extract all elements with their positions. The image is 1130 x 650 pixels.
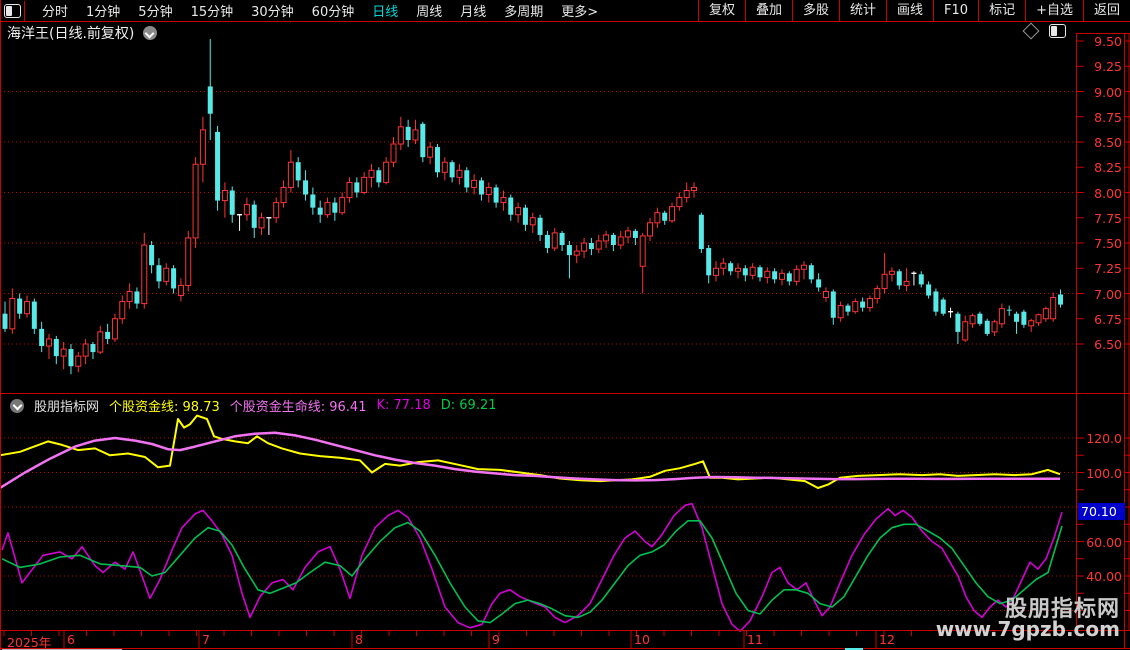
indicator-collapse-icon[interactable] (10, 399, 24, 413)
tool-item-多股[interactable]: 多股 (792, 0, 839, 21)
indicator-value-D: D: 69.21 (441, 398, 497, 413)
current-value-marker: 70.10 (1078, 503, 1125, 520)
x-axis-month-label: 12 (879, 632, 895, 647)
indicator-value-K: K: 77.18 (376, 398, 430, 413)
x-axis-month-label: 7 (202, 632, 210, 647)
period-item-周线[interactable]: 周线 (407, 1, 451, 20)
price-axis-label: 7.00 (1078, 287, 1122, 302)
price-axis-label: 7.50 (1078, 236, 1122, 251)
x-axis-year-label: 2025年 (7, 632, 51, 650)
tools-menu: 复权叠加多股统计画线F10标记+自选返回 (698, 0, 1130, 21)
x-axis-month-label: 9 (492, 632, 500, 647)
diamond-marker-icon[interactable] (1023, 23, 1040, 40)
period-item-15分钟[interactable]: 15分钟 (182, 1, 243, 20)
layout-toggle-button[interactable] (0, 1, 25, 21)
chart-canvas[interactable] (0, 0, 1130, 650)
price-axis-label: 9.25 (1078, 59, 1122, 74)
pane-layout-icon[interactable] (1049, 24, 1066, 38)
tool-item-叠加[interactable]: 叠加 (745, 0, 792, 21)
price-axis-label: 7.75 (1078, 211, 1122, 226)
watermark-site-url: www.7gpzb.com (936, 617, 1120, 641)
price-axis-label: 8.50 (1078, 135, 1122, 150)
top-toolbar: 分时1分钟5分钟15分钟30分钟60分钟日线周线月线多周期更多> 复权叠加多股统… (0, 0, 1130, 22)
tool-item-标记[interactable]: 标记 (978, 0, 1025, 21)
indicator-value-个股资金线: 个股资金线: 98.73 (109, 396, 220, 415)
split-pane-icon (4, 4, 21, 18)
price-axis-label: 8.00 (1078, 186, 1122, 201)
period-item-月线[interactable]: 月线 (451, 1, 495, 20)
price-axis-label: 7.25 (1078, 261, 1122, 276)
chevron-down-icon[interactable] (143, 26, 157, 40)
period-item-5分钟[interactable]: 5分钟 (129, 1, 181, 20)
indicator-value-个股资金生命线: 个股资金生命线: 96.41 (230, 396, 367, 415)
period-item-30分钟[interactable]: 30分钟 (242, 1, 303, 20)
symbol-selector[interactable]: 海洋王(日线.前复权) (7, 23, 157, 43)
indicator-source-label: 股朋指标网 (34, 396, 99, 415)
period-item-多周期[interactable]: 多周期 (495, 1, 552, 20)
tool-item-画线[interactable]: 画线 (886, 0, 933, 21)
period-item-日线[interactable]: 日线 (363, 1, 407, 20)
price-axis-label: 8.25 (1078, 160, 1122, 175)
price-axis-label: 6.75 (1078, 312, 1122, 327)
indicator-header: 股朋指标网 个股资金线: 98.73 个股资金生命线: 96.41 K: 77.18… (6, 396, 497, 415)
tool-item-返回[interactable]: 返回 (1083, 0, 1130, 21)
indicator-axis-label: 60.00 (1078, 535, 1122, 550)
period-item-更多>[interactable]: 更多> (552, 1, 607, 20)
price-axis-label: 9.00 (1078, 85, 1122, 100)
x-axis-month-label: 8 (355, 632, 363, 647)
tool-item-+自选[interactable]: +自选 (1025, 0, 1083, 21)
indicator-axis-label: 120.0 (1078, 431, 1122, 446)
x-axis-month-label: 10 (634, 632, 650, 647)
title-bar: 海洋王(日线.前复权) (0, 22, 1130, 42)
price-axis-label: 6.50 (1078, 337, 1122, 352)
indicator-axis-label: 40.00 (1078, 569, 1122, 584)
x-axis-month-label: 6 (67, 632, 75, 647)
symbol-title: 海洋王(日线.前复权) (7, 26, 134, 42)
period-item-分时[interactable]: 分时 (33, 1, 77, 20)
tool-item-统计[interactable]: 统计 (839, 0, 886, 21)
tool-item-F10[interactable]: F10 (933, 0, 978, 21)
price-axis-label: 8.75 (1078, 110, 1122, 125)
x-axis-month-label: 11 (747, 632, 763, 647)
period-menu: 分时1分钟5分钟15分钟30分钟60分钟日线周线月线多周期更多> (25, 1, 698, 20)
stock-app-window: 分时1分钟5分钟15分钟30分钟60分钟日线周线月线多周期更多> 复权叠加多股统… (0, 0, 1130, 650)
tool-item-复权[interactable]: 复权 (698, 0, 745, 21)
period-item-1分钟[interactable]: 1分钟 (77, 1, 129, 20)
indicator-axis-label: 100.0 (1078, 466, 1122, 481)
price-axis-label: 9.50 (1078, 34, 1122, 49)
period-item-60分钟[interactable]: 60分钟 (303, 1, 364, 20)
